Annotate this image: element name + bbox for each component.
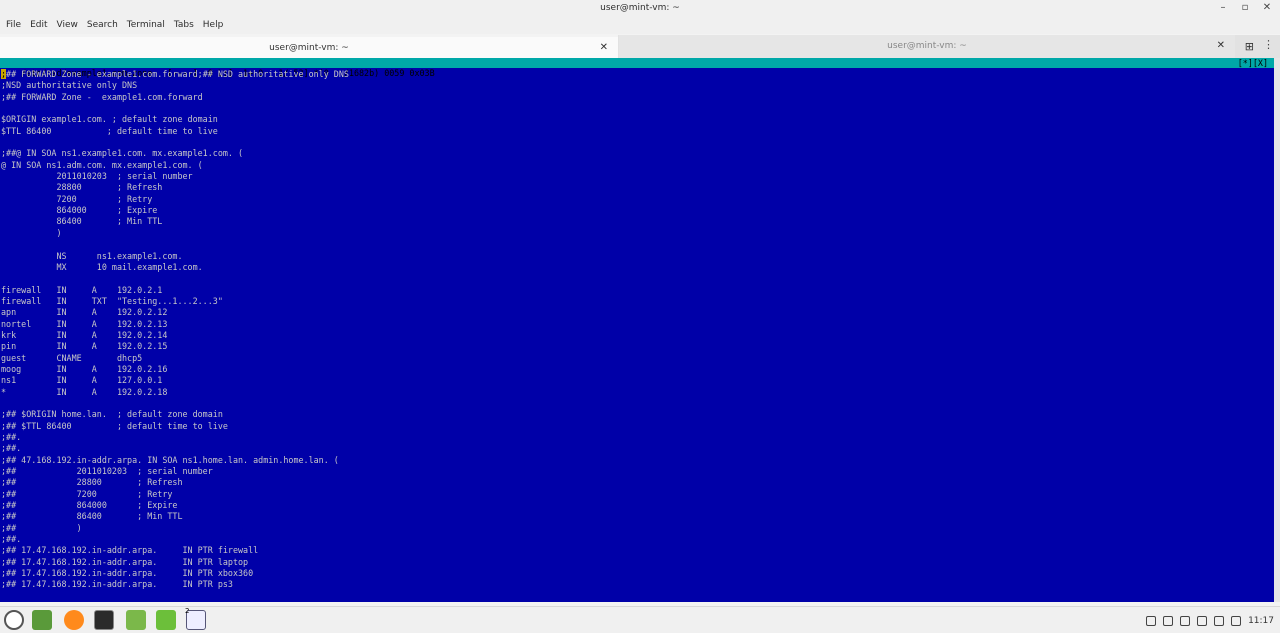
tab-terminal-1[interactable]: user@mint-vm: ~ ✕ — [0, 35, 618, 58]
minimize-button[interactable]: – — [1218, 0, 1228, 16]
editor-line: ;NSD authoritative only DNS — [1, 80, 138, 91]
editor-line: ;## 2011010203 ; serial number — [1, 466, 213, 477]
terminal-icon[interactable] — [94, 610, 114, 630]
menu-edit[interactable]: Edit — [30, 20, 47, 30]
menu-terminal[interactable]: Terminal — [127, 20, 165, 30]
editor-line: ns1 IN A 127.0.0.1 — [1, 375, 163, 386]
editor-line: ;##. — [1, 534, 22, 545]
tab-close-icon[interactable]: ✕ — [600, 37, 608, 59]
editor-line: ) — [1, 227, 62, 238]
menu-file[interactable]: File — [6, 20, 21, 30]
editor-line: krk IN A 192.0.2.14 — [1, 329, 168, 340]
files-icon[interactable] — [126, 610, 146, 630]
editor-status-line: /etc/nsd/example1.com.zone [----] 0 L:[ … — [0, 58, 1274, 78]
workspace-badge: 2 — [185, 607, 190, 615]
editor-line: ;## 86400 ; Min TTL — [1, 511, 183, 522]
editor-line: moog IN A 192.0.2.16 — [1, 363, 168, 374]
editor-window-flags: [*][X] — [1237, 58, 1268, 68]
editor-line: $TTL 86400 ; default time to live — [1, 125, 218, 136]
editor-line: guest CNAME dhcp5 — [1, 352, 143, 363]
system-tray: 11:17 — [1146, 607, 1274, 633]
screenshot-tray-icon[interactable] — [1180, 615, 1191, 626]
editor-line-text: ## FORWARD Zone - example1.com.forward;#… — [6, 69, 349, 79]
editor-line: NS ns1.example1.com. — [1, 250, 183, 261]
mint-menu-icon[interactable] — [4, 610, 24, 630]
clipboard-icon[interactable] — [1146, 615, 1157, 626]
close-window-button[interactable]: ✕ — [1262, 0, 1272, 16]
window-title: user@mint-vm: ~ — [600, 3, 680, 13]
terminal-scrollbar[interactable] — [1274, 58, 1280, 602]
menu-view[interactable]: View — [57, 20, 78, 30]
editor-line: ;## FORWARD Zone - example1.com.forward — [1, 91, 203, 102]
editor-line: ;## 17.47.168.192.in-addr.arpa. IN PTR p… — [1, 579, 233, 590]
menu-search[interactable]: Search — [87, 20, 118, 30]
editor-line: apn IN A 192.0.2.12 — [1, 307, 168, 318]
editor-line: @ IN SOA ns1.adm.com. mx.example1.com. ( — [1, 159, 203, 170]
editor-line: ;## 47.168.192.in-addr.arpa. IN SOA ns1.… — [1, 454, 339, 465]
editor-line: nortel IN A 192.0.2.13 — [1, 318, 168, 329]
editor-line: 86400 ; Min TTL — [1, 216, 163, 227]
editor-line: ;## 7200 ; Retry — [1, 488, 173, 499]
tab-label: user@mint-vm: ~ — [269, 43, 349, 53]
tab-terminal-2[interactable]: user@mint-vm: ~ ✕ — [619, 35, 1235, 58]
tab-close-icon[interactable]: ✕ — [1217, 35, 1225, 57]
editor-line: 864000 ; Expire — [1, 205, 158, 216]
editor-line: ;## 17.47.168.192.in-addr.arpa. IN PTR x… — [1, 568, 254, 579]
menu-bar: File Edit View Search Terminal Tabs Help — [0, 16, 1280, 34]
firefox-icon[interactable] — [64, 610, 84, 630]
editor-line: ;##@ IN SOA ns1.example1.com. mx.example… — [1, 148, 244, 159]
update-tray-icon[interactable] — [1197, 615, 1208, 626]
editor-line: 7200 ; Retry — [1, 193, 153, 204]
menu-help[interactable]: Help — [203, 20, 224, 30]
editor-line: pin IN A 192.0.2.15 — [1, 341, 168, 352]
editor-line: ;## 17.47.168.192.in-addr.arpa. IN PTR f… — [1, 545, 259, 556]
editor-line: ;## $ORIGIN home.lan. ; default zone dom… — [1, 409, 223, 420]
editor-line: 2011010203 ; serial number — [1, 171, 193, 182]
taskbar: 2 11:17 — [0, 606, 1280, 633]
volume-icon[interactable] — [1231, 615, 1242, 626]
editor-content[interactable]: ;## FORWARD Zone - example1.com.forward;… — [1, 69, 1271, 591]
editor-line: firewall IN TXT "Testing...1...2...3" — [1, 295, 223, 306]
editor-line: ;##. — [1, 443, 22, 454]
editor-line: MX 10 mail.example1.com. — [1, 261, 203, 272]
desktop-icon[interactable] — [32, 610, 52, 630]
window-titlebar: user@mint-vm: ~ – ▫ ✕ — [0, 0, 1280, 16]
maximize-button[interactable]: ▫ — [1240, 0, 1250, 16]
editor-line: firewall IN A 192.0.2.1 — [1, 284, 163, 295]
editor-line: ;## ) — [1, 522, 82, 533]
editor-line: $ORIGIN example1.com. ; default zone dom… — [1, 114, 218, 125]
menu-tabs[interactable]: Tabs — [174, 20, 194, 30]
tab-menu-icon[interactable]: ⋮ — [1263, 38, 1274, 51]
editor-line: * IN A 192.0.2.18 — [1, 386, 168, 397]
editor-line: 28800 ; Refresh — [1, 182, 163, 193]
editor-line: ;## $TTL 86400 ; default time to live — [1, 420, 228, 431]
clock[interactable]: 11:17 — [1248, 616, 1274, 626]
tab-label: user@mint-vm: ~ — [887, 41, 967, 51]
mint-update-icon[interactable] — [156, 610, 176, 630]
editor-line: ;## FORWARD Zone - example1.com.forward;… — [1, 69, 1271, 80]
editor-line: ;## 17.47.168.192.in-addr.arpa. IN PTR l… — [1, 556, 249, 567]
new-tab-icon[interactable]: ⊞ — [1245, 40, 1254, 53]
editor-line: ;## 28800 ; Refresh — [1, 477, 183, 488]
shield-icon[interactable] — [1163, 615, 1174, 626]
terminal-area[interactable]: /etc/nsd/example1.com.zone [----] 0 L:[ … — [0, 58, 1274, 602]
tab-bar: user@mint-vm: ~ ✕ user@mint-vm: ~ ✕ — [0, 35, 1280, 58]
network-icon[interactable] — [1214, 615, 1225, 626]
editor-line: ;##. — [1, 432, 22, 442]
editor-line: ;## 864000 ; Expire — [1, 500, 178, 511]
